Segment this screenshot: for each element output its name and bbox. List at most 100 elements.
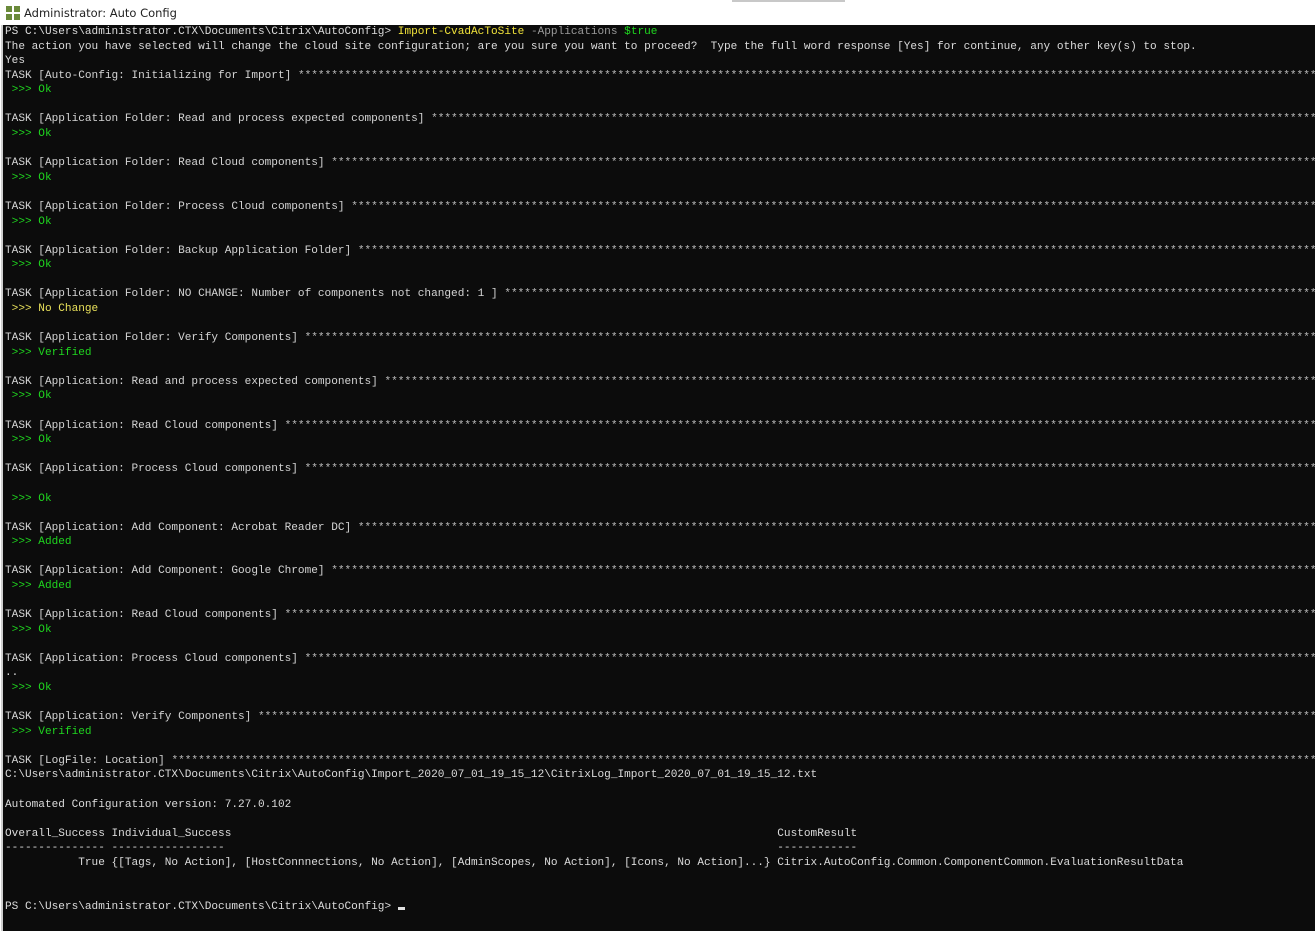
console-text: >>> Verified bbox=[5, 346, 92, 359]
console-line: >>> Ok bbox=[5, 623, 1315, 638]
task-label: TASK [Application Folder: Backup Applica… bbox=[5, 244, 358, 257]
console-lines: PS C:\Users\administrator.CTX\Documents\… bbox=[5, 25, 1315, 914]
console-line: >>> Ok bbox=[5, 127, 1315, 142]
console-line: The action you have selected will change… bbox=[5, 40, 1315, 55]
console-text: .. bbox=[5, 667, 19, 680]
task-rule: ****************************************… bbox=[284, 419, 1315, 432]
task-rule: ****************************************… bbox=[171, 754, 1315, 767]
task-label: TASK [Application: Read Cloud components… bbox=[5, 419, 285, 432]
console-output[interactable]: PS C:\Users\administrator.CTX\Documents\… bbox=[1, 25, 1315, 931]
task-line: TASK [Application Folder: Verify Compone… bbox=[5, 331, 1315, 346]
console-text: C:\Users\administrator.CTX\Documents\Cit… bbox=[5, 769, 818, 782]
console-text: >>> Added bbox=[5, 536, 72, 549]
task-label: TASK [Application: Verify Components] bbox=[5, 711, 258, 724]
console-line: PS C:\Users\administrator.CTX\Documents\… bbox=[5, 25, 1315, 40]
console-text: >>> Ok bbox=[5, 390, 52, 403]
table-cell: --------------- ----------------- bbox=[5, 842, 778, 855]
console-line: Automated Configuration version: 7.27.0.… bbox=[5, 798, 1315, 813]
task-line: TASK [Application Folder: NO CHANGE: Num… bbox=[5, 287, 1315, 302]
task-rule: ****************************************… bbox=[304, 463, 1315, 476]
console-line: >>> Ok bbox=[5, 215, 1315, 230]
console-line: PS C:\Users\administrator.CTX\Documents\… bbox=[5, 900, 1315, 915]
console-text: The action you have selected will change… bbox=[5, 40, 1197, 53]
console-text: -Applications bbox=[524, 26, 625, 38]
task-line: TASK [Application: Process Cloud compone… bbox=[5, 652, 1315, 667]
task-label: TASK [Application: Process Cloud compone… bbox=[5, 463, 305, 476]
table-cell: ------------ bbox=[777, 842, 858, 855]
task-label: TASK [Application: Process Cloud compone… bbox=[5, 652, 305, 665]
task-label: TASK [Application: Add Component: Acroba… bbox=[5, 521, 358, 534]
task-rule: ****************************************… bbox=[357, 521, 1315, 534]
console-text: Automated Configuration version: 7.27.0.… bbox=[5, 798, 292, 811]
console-line: >>> Ok bbox=[5, 433, 1315, 448]
task-rule: ****************************************… bbox=[504, 288, 1315, 301]
task-line: TASK [Application: Verify Components] **… bbox=[5, 710, 1315, 725]
task-line: TASK [Application: Read Cloud components… bbox=[5, 608, 1315, 623]
console-text: PS C:\Users\administrator.CTX\Documents\… bbox=[5, 26, 398, 38]
console-text: >>> Ok bbox=[5, 215, 52, 228]
window-titlebar[interactable]: Administrator: Auto Config bbox=[0, 0, 1316, 25]
console-text: >>> Verified bbox=[5, 725, 92, 738]
task-rule: ****************************************… bbox=[357, 244, 1315, 257]
console-text: >>> Ok bbox=[5, 84, 52, 97]
task-label: TASK [Application: Read and process expe… bbox=[5, 375, 385, 388]
console-line: .. bbox=[5, 666, 1315, 681]
powershell-app-icon bbox=[6, 5, 20, 20]
console-text: >>> Ok bbox=[5, 128, 52, 141]
console-text: Yes bbox=[5, 55, 25, 68]
table-row: True {[Tags, No Action], [HostConnnectio… bbox=[5, 856, 1315, 871]
console-text: >>> Ok bbox=[5, 492, 52, 505]
console-line: >>> No Change bbox=[5, 302, 1315, 317]
task-line: TASK [Application Folder: Backup Applica… bbox=[5, 244, 1315, 259]
console-line: >>> Added bbox=[5, 535, 1315, 550]
console-line: >>> Ok bbox=[5, 681, 1315, 696]
task-rule: ****************************************… bbox=[351, 200, 1315, 213]
console-line: >>> Ok bbox=[5, 171, 1315, 186]
task-line: TASK [Application Folder: Read Cloud com… bbox=[5, 156, 1315, 171]
console-line: C:\Users\administrator.CTX\Documents\Cit… bbox=[5, 768, 1315, 783]
task-label: TASK [Application Folder: NO CHANGE: Num… bbox=[5, 288, 505, 301]
console-line: >>> Verified bbox=[5, 725, 1315, 740]
task-rule: ****************************************… bbox=[284, 609, 1315, 622]
table-row: --------------- ----------------- ------… bbox=[5, 841, 1315, 856]
console-text: >>> Ok bbox=[5, 171, 52, 184]
task-line: TASK [Application: Add Component: Google… bbox=[5, 564, 1315, 579]
task-rule: ****************************************… bbox=[257, 711, 1315, 724]
console-text: $true bbox=[624, 26, 658, 38]
console-text: PS C:\Users\administrator.CTX\Documents\… bbox=[5, 900, 398, 913]
console-line: >>> Ok bbox=[5, 83, 1315, 98]
task-label: TASK [Application Folder: Process Cloud … bbox=[5, 200, 352, 213]
task-rule: ****************************************… bbox=[304, 652, 1315, 665]
task-label: TASK [LogFile: Location] bbox=[5, 754, 172, 767]
table-row: Overall_Success Individual_Success Custo… bbox=[5, 827, 1315, 842]
console-text: >>> Ok bbox=[5, 623, 52, 636]
task-line: TASK [LogFile: Location] ***************… bbox=[5, 754, 1315, 769]
task-rule: ****************************************… bbox=[304, 332, 1315, 345]
task-label: TASK [Application Folder: Read Cloud com… bbox=[5, 157, 332, 170]
table-cell: Overall_Success Individual_Success bbox=[5, 827, 778, 840]
task-rule: ****************************************… bbox=[331, 157, 1315, 170]
console-line: >>> Verified bbox=[5, 346, 1315, 361]
console-text: >>> Ok bbox=[5, 682, 52, 695]
task-rule: ****************************************… bbox=[431, 113, 1315, 126]
console-line: >>> Added bbox=[5, 579, 1315, 594]
task-rule: ****************************************… bbox=[331, 565, 1315, 578]
console-text: >>> Ok bbox=[5, 434, 52, 447]
table-cell: True {[Tags, No Action], [HostConnnectio… bbox=[5, 856, 778, 869]
task-label: TASK [Auto-Config: Initializing for Impo… bbox=[5, 69, 298, 82]
